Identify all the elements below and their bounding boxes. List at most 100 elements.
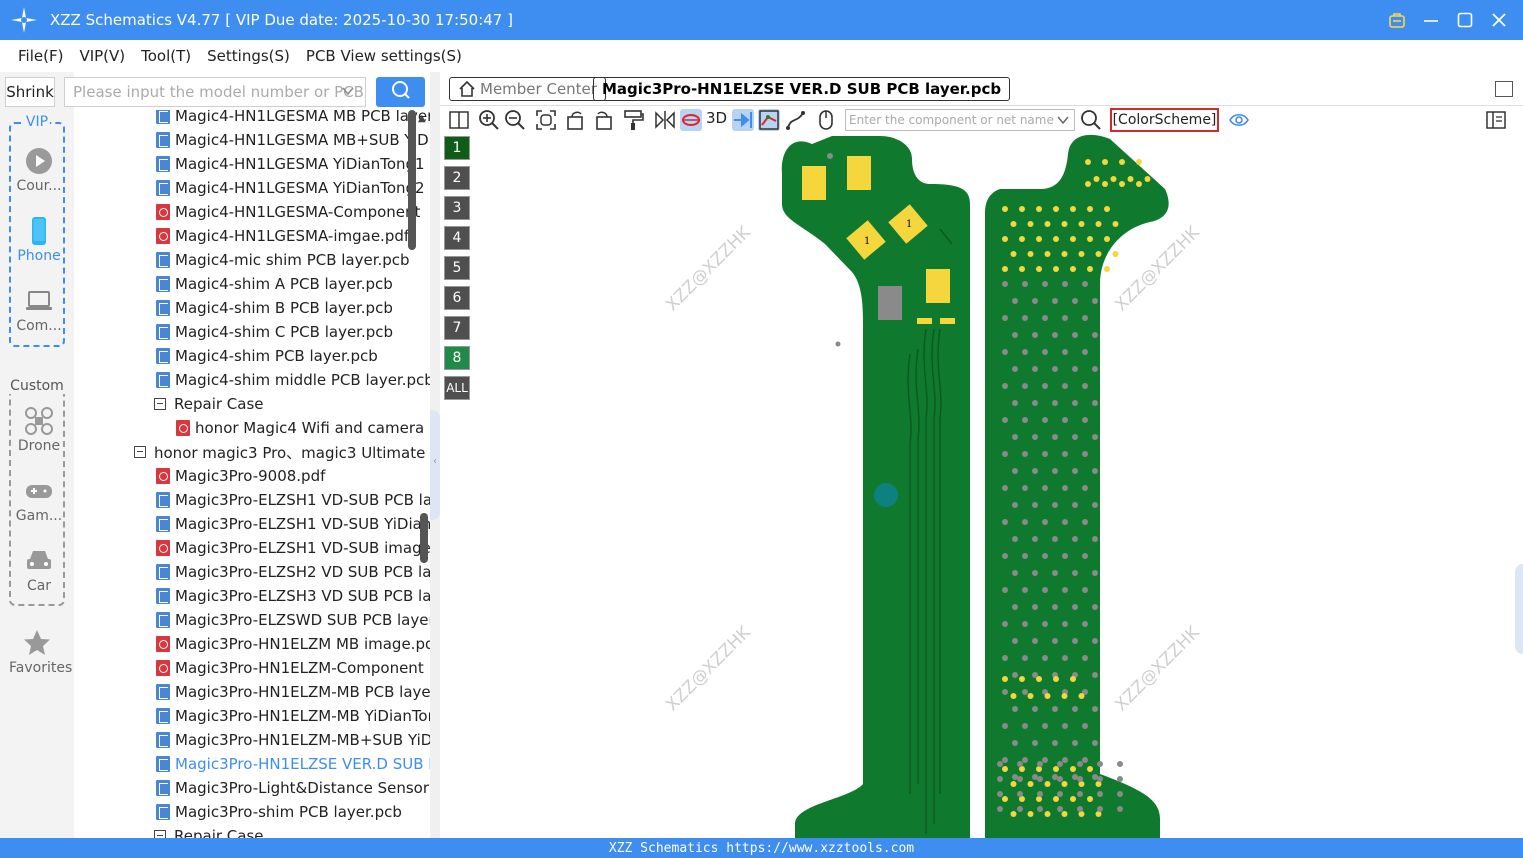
tree-folder[interactable]: Repair Case — [154, 392, 430, 416]
tree-file[interactable]: Magic3Pro-ELZSH1 VD-SUB YiDianTong — [156, 512, 430, 536]
rail-item-game[interactable]: Gam... — [11, 476, 67, 524]
pcb-file-icon — [156, 708, 170, 724]
tree-file[interactable]: Magic4-HN1LGESMA-imgae.pdf — [156, 224, 430, 248]
search-icon[interactable] — [1080, 109, 1102, 131]
vip-bag-icon[interactable] — [1387, 10, 1407, 30]
menu-settings[interactable]: Settings(S) — [207, 47, 290, 65]
collapse-toggle-icon[interactable] — [154, 398, 166, 410]
side-panel-toggle-icon[interactable] — [1485, 109, 1507, 131]
tree-file[interactable]: Magic3Pro-Light&Distance Sensor — [156, 776, 430, 800]
pad-dot — [1044, 221, 1051, 227]
paint-brush-icon[interactable] — [622, 109, 644, 131]
tree-file[interactable]: Magic3Pro-HN1ELZSE VER.D SUB PCB layer.p… — [156, 752, 430, 776]
scroll-up-icon[interactable]: ▲ — [418, 113, 426, 124]
board-flip-icon[interactable] — [680, 109, 702, 131]
tree-file[interactable]: Magic3Pro-HN1ELZM-MB+SUB YiDianTong — [156, 728, 430, 752]
tree-file[interactable]: Magic4-HN1LGESMA MB PCB layer.pcb — [156, 110, 430, 128]
collapse-toggle-icon[interactable] — [134, 446, 146, 458]
trace-route-icon[interactable] — [785, 109, 807, 131]
maximize-button[interactable] — [1455, 10, 1475, 30]
tree-file[interactable]: Magic3Pro-HN1ELZM-Component — [156, 656, 430, 680]
tree-file[interactable]: Magic3Pro-ELZSH2 VD SUB PCB layer — [156, 560, 430, 584]
net-highlight-icon[interactable] — [758, 109, 780, 131]
pcb-file-icon — [156, 564, 170, 580]
rail-item-car[interactable]: Car — [11, 546, 67, 594]
collapse-panel-handle[interactable]: ‹ — [430, 410, 440, 520]
pin-arrow-icon[interactable] — [732, 109, 754, 131]
model-search-input[interactable]: Please input the model number or PCB — [64, 77, 366, 107]
search-button[interactable] — [376, 77, 425, 107]
color-scheme-button[interactable]: [ColorScheme] — [1110, 108, 1219, 132]
tree-hscroll-thumb[interactable] — [408, 110, 416, 250]
via-dot — [1117, 791, 1123, 797]
tree-file[interactable]: Magic4-shim middle PCB layer.pcb — [156, 368, 430, 392]
rotate-left-icon[interactable] — [565, 109, 587, 131]
tree-file[interactable]: Magic4-shim B PCB layer.pcb — [156, 296, 430, 320]
via-dot — [1022, 553, 1028, 559]
tree-file[interactable]: Magic4-shim PCB layer.pcb — [156, 344, 430, 368]
tree-file[interactable]: Magic3Pro-HN1ELZM-MB YiDianTong — [156, 704, 430, 728]
menu-file[interactable]: File(F) — [18, 47, 63, 65]
tree-file[interactable]: Magic3Pro-HN1ELZM-MB PCB layer — [156, 680, 430, 704]
via-dot — [1022, 417, 1028, 423]
zoom-in-icon[interactable] — [478, 109, 500, 131]
menu-pcb-view-settings[interactable]: PCB View settings(S) — [306, 47, 462, 65]
tree-item-label: Magic3Pro-ELZSH1 VD-SUB PCB layer — [175, 491, 430, 509]
rail-item-favorites[interactable]: Favorites — [9, 628, 72, 676]
tree-file[interactable]: Magic3Pro-9008.pdf — [156, 464, 430, 488]
via-dot — [1032, 570, 1038, 576]
tree-folder[interactable]: Repair Case — [154, 824, 430, 838]
tree-file[interactable]: Magic4-HN1LGESMA YiDianTong1 — [156, 152, 430, 176]
rail-item-computer[interactable]: Com... — [11, 286, 67, 334]
rail-item-courses[interactable]: Cour... — [11, 146, 67, 194]
mirror-icon[interactable] — [654, 109, 676, 131]
split-view-icon[interactable] — [448, 109, 470, 131]
tree-file[interactable]: Magic4-mic shim PCB layer.pcb — [156, 248, 430, 272]
tree-file[interactable]: Magic4-HN1LGESMA MB+SUB YiDianTong — [156, 128, 430, 152]
file-tree[interactable]: Magic4-HN1LGESMA MB PCB layer.pcb Magic4-… — [74, 110, 430, 838]
tree-item-label: Magic4-HN1LGESMA MB+SUB YiDianTong — [175, 131, 430, 149]
tree-file[interactable]: Magic4-shim C PCB layer.pcb — [156, 320, 430, 344]
tree-file[interactable]: honor Magic4 Wifi and camera — [176, 416, 430, 440]
tree-file[interactable]: Magic3Pro-ELZSH1 VD-SUB PCB layer — [156, 488, 430, 512]
tree-file[interactable]: Magic3Pro-ELZSH1 VD-SUB image — [156, 536, 430, 560]
via-dot — [1082, 723, 1088, 729]
eye-icon[interactable] — [1228, 109, 1250, 131]
tree-file[interactable]: Magic3Pro-ELZSWD SUB PCB layer — [156, 608, 430, 632]
via-dot — [1052, 638, 1058, 644]
menu-tool[interactable]: Tool(T) — [141, 47, 191, 65]
component-search-input[interactable]: Enter the component or net name — [845, 109, 1075, 131]
tree-file[interactable]: Magic3Pro-HN1ELZM MB image.pdf — [156, 632, 430, 656]
rail-item-drone[interactable]: Drone — [11, 406, 67, 454]
via-dot — [1057, 806, 1063, 812]
via-dot — [1082, 519, 1088, 525]
right-panel-handle[interactable] — [1515, 564, 1523, 654]
close-button[interactable] — [1489, 10, 1509, 30]
minimize-button[interactable] — [1421, 10, 1441, 30]
tree-file[interactable]: Magic3Pro-shim PCB layer.pcb — [156, 800, 430, 824]
tree-file[interactable]: Magic4-HN1LGESMA YiDianTong2 — [156, 176, 430, 200]
shrink-button[interactable]: Shrink — [5, 77, 55, 107]
mouse-icon[interactable] — [815, 109, 837, 131]
close-tab-icon[interactable] — [1495, 81, 1513, 97]
via-dot — [1062, 383, 1068, 389]
collapse-toggle-icon[interactable] — [154, 830, 166, 838]
tree-file[interactable]: Magic3Pro-ELZSH3 VD SUB PCB layer — [156, 584, 430, 608]
pcb-canvas[interactable]: 1 2 3 4 5 6 7 8 ALL XZZ@XZZHK XZZ@XZZHK … — [440, 134, 1523, 838]
zoom-out-icon[interactable] — [504, 109, 526, 131]
via-dot — [1032, 638, 1038, 644]
menu-vip[interactable]: VIP(V) — [79, 47, 125, 65]
tree-folder[interactable]: honor magic3 Pro、magic3 Ultimate — [134, 440, 430, 464]
tree-file[interactable]: Magic4-HN1LGESMA-Component — [156, 200, 430, 224]
tree-scroll-thumb[interactable] — [420, 513, 428, 563]
tree-file[interactable]: Magic4-shim A PCB layer.pcb — [156, 272, 430, 296]
tab-active-pcb[interactable]: Magic3Pro-HN1ELZSE VER.D SUB PCB layer.p… — [593, 77, 1011, 101]
tab-member-center[interactable]: Member Center — [449, 77, 606, 101]
pcb-file-icon — [156, 156, 170, 172]
chevron-down-icon[interactable] — [341, 84, 355, 102]
chevron-down-icon[interactable] — [1056, 113, 1070, 127]
via-dot — [1082, 383, 1088, 389]
fit-view-icon[interactable] — [535, 109, 557, 131]
rail-item-phone[interactable]: Phone — [11, 216, 67, 264]
rotate-right-icon[interactable] — [592, 109, 614, 131]
